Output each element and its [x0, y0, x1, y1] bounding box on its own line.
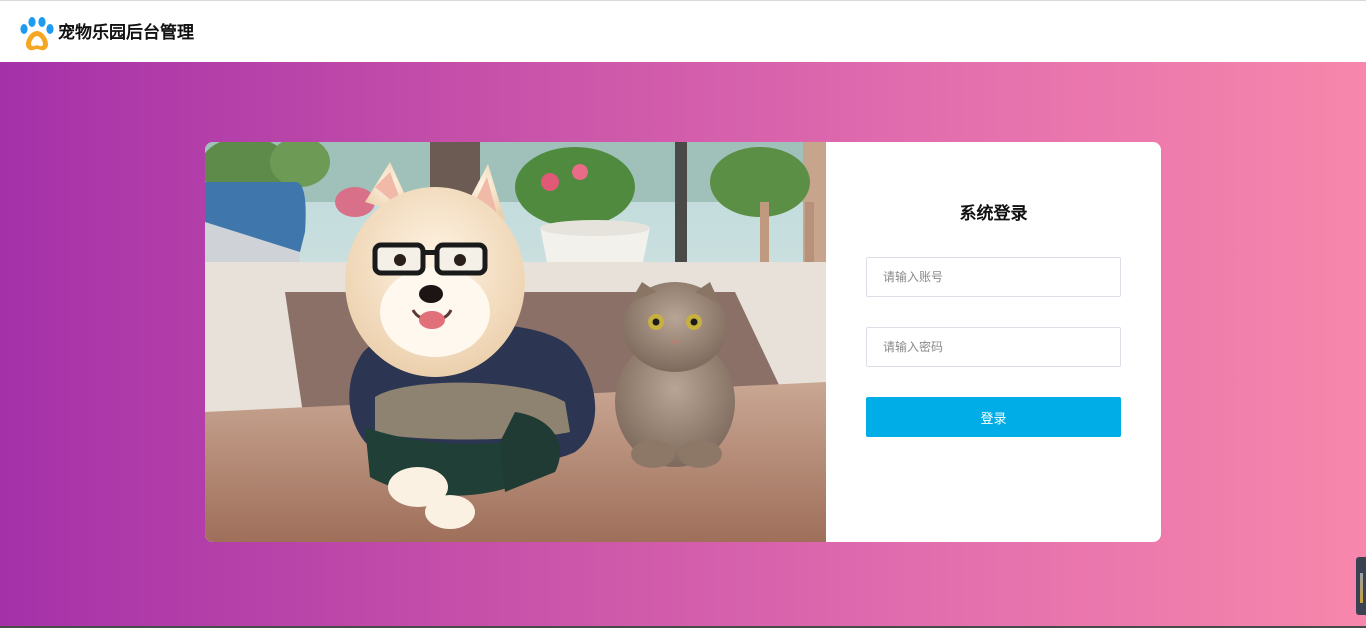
login-form: 系统登录 登录: [826, 142, 1161, 542]
top-header: 宠物乐园后台管理: [0, 0, 1366, 62]
account-input[interactable]: [866, 257, 1121, 297]
password-input[interactable]: [866, 327, 1121, 367]
side-tool-indicator: [1360, 573, 1363, 603]
form-title: 系统登录: [959, 204, 1028, 224]
login-background: 系统登录 登录: [0, 62, 1366, 628]
app-title: 宠物乐园后台管理: [58, 23, 194, 43]
login-button[interactable]: 登录: [866, 397, 1121, 437]
side-tool-widget[interactable]: [1356, 557, 1366, 615]
paw-icon: [20, 17, 54, 51]
login-card: 系统登录 登录: [205, 142, 1161, 542]
dog-and-cat-photo: [205, 142, 826, 542]
